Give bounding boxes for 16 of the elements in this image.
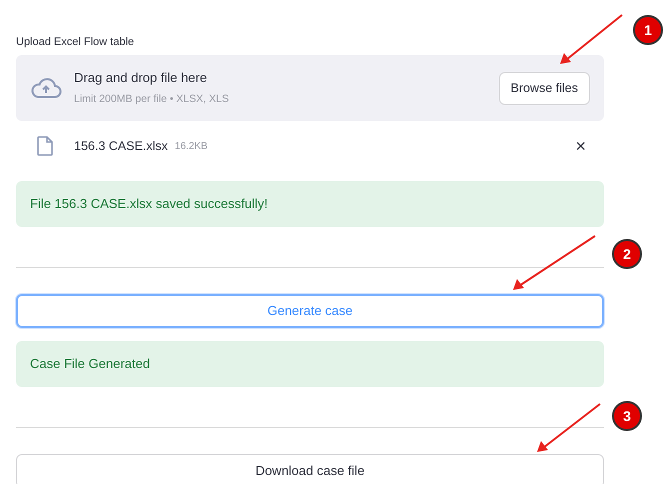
remove-file-button[interactable]: × [575, 137, 586, 155]
callout-number: 2 [612, 239, 642, 269]
dropzone-title: Drag and drop file here [74, 69, 208, 88]
success-alert: Case File Generated [16, 341, 604, 387]
callout-number: 1 [633, 15, 663, 45]
dropzone[interactable]: Drag and drop file here Limit 200MB per file • XLSX, XLS Browse files [16, 55, 604, 121]
dropzone-hint: Limit 200MB per file • XLSX, XLS [74, 92, 229, 107]
browse-files-button[interactable]: Browse files [498, 72, 590, 104]
file-size: 16.2KB [174, 140, 208, 154]
success-alert: File 156.3 CASE.xlsx saved successfully! [16, 181, 604, 227]
file-icon [37, 136, 53, 156]
file-name: 156.3 CASE.xlsx [74, 138, 168, 155]
action-button[interactable]: Download case file [16, 454, 604, 484]
cloud-upload-icon [30, 77, 62, 99]
upload-label: Upload Excel Flow table [16, 35, 136, 49]
callout-number: 3 [612, 401, 642, 431]
